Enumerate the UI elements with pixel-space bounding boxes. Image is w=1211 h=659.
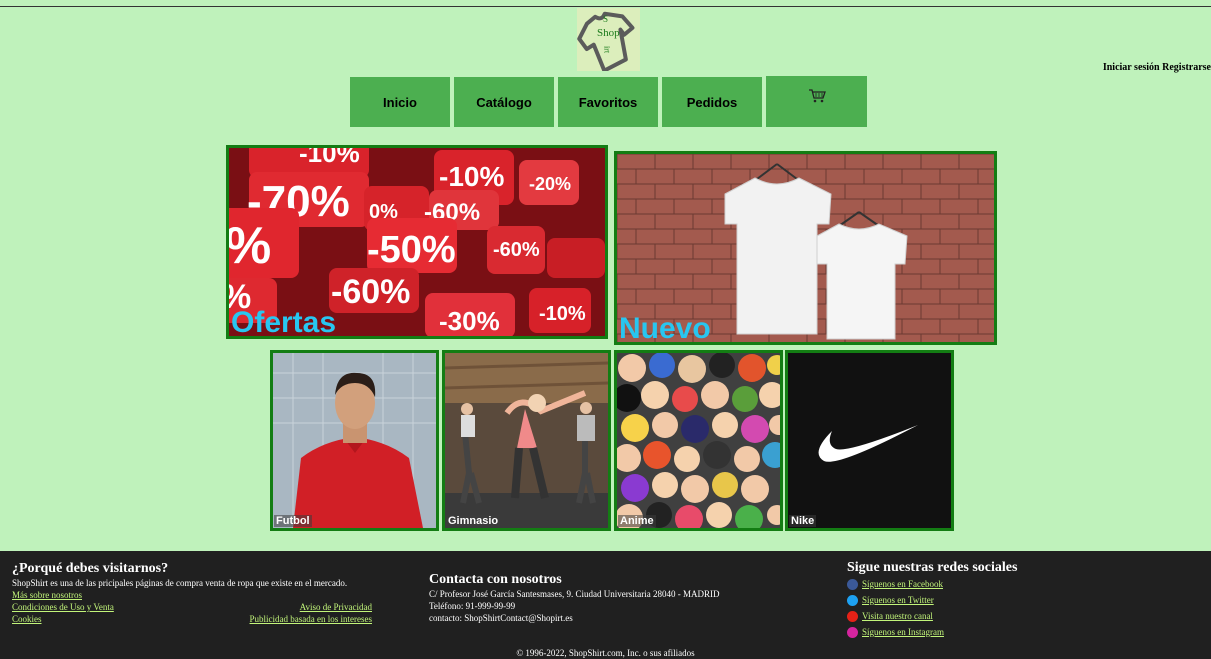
footer-contact-email: contacto: ShopShirtContact@Shopirt.es bbox=[429, 613, 573, 623]
category-futbol-tile[interactable]: Futbol bbox=[270, 350, 439, 531]
category-gimnasio-tile[interactable]: Gimnasio bbox=[442, 350, 611, 531]
svg-text:-60%: -60% bbox=[331, 273, 410, 311]
category-futbol-label: Futbol bbox=[274, 515, 312, 527]
terms-link[interactable]: Condiciones de Uso y Venta bbox=[12, 601, 114, 613]
social-youtube[interactable]: Visita nuestro canal bbox=[847, 608, 1107, 624]
footer-social: Sigue nuestras redes sociales Síguenos e… bbox=[847, 560, 1107, 640]
category-anime-tile[interactable]: Anime bbox=[614, 350, 783, 531]
login-link[interactable]: Iniciar sesión bbox=[1103, 62, 1160, 73]
facebook-link[interactable]: Síguenos en Facebook bbox=[862, 579, 943, 589]
svg-text:-10%: -10% bbox=[439, 161, 504, 192]
nuevo-banner[interactable]: Nuevo bbox=[614, 151, 997, 345]
tshirt-logo-icon: S Shop irt bbox=[577, 11, 635, 71]
more-about-us-link[interactable]: Más sobre nosotros bbox=[12, 589, 82, 601]
register-link[interactable]: Registrarse bbox=[1162, 62, 1211, 73]
nav-inicio-button[interactable]: Inicio bbox=[350, 77, 450, 127]
footer-about-text: ShopShirt es una de las pricipales págin… bbox=[12, 578, 348, 588]
ofertas-banner[interactable]: -10% -10% -20% -70% 0% -60% % -50% -60% … bbox=[226, 145, 608, 339]
svg-text:-50%: -50% bbox=[367, 229, 456, 271]
privacy-link[interactable]: Aviso de Privacidad bbox=[300, 601, 372, 613]
social-instagram[interactable]: Síguenos en Instagram bbox=[847, 624, 1107, 640]
nuevo-label: Nuevo bbox=[619, 312, 711, 345]
top-divider bbox=[0, 6, 1211, 7]
site-logo[interactable]: S Shop irt bbox=[577, 8, 640, 71]
cart-icon bbox=[808, 88, 826, 102]
footer-social-title: Sigue nuestras redes sociales bbox=[847, 560, 1018, 575]
logo-text-shop: Shop bbox=[597, 27, 620, 39]
football-player-image bbox=[273, 353, 436, 528]
logo-text-irt: irt bbox=[603, 46, 612, 54]
nav-catalogo-label: Catálogo bbox=[476, 94, 532, 110]
social-twitter[interactable]: Síguenos en Twitter bbox=[847, 592, 1107, 608]
nav-catalogo-button[interactable]: Catálogo bbox=[454, 77, 554, 127]
svg-text:-20%: -20% bbox=[529, 174, 571, 194]
nav-favoritos-label: Favoritos bbox=[578, 94, 638, 110]
svg-text:-10%: -10% bbox=[539, 303, 586, 325]
category-nike-label: Nike bbox=[789, 515, 817, 527]
footer-contact-title: Contacta con nosotros bbox=[429, 572, 562, 587]
category-gimnasio-label: Gimnasio bbox=[446, 515, 501, 527]
twitter-icon bbox=[847, 594, 858, 606]
facebook-icon bbox=[847, 578, 858, 590]
cookies-link[interactable]: Cookies bbox=[12, 613, 42, 625]
youtube-icon bbox=[847, 610, 858, 622]
svg-text:-10%: -10% bbox=[299, 148, 360, 168]
footer-contact: Contacta con nosotros C/ Profesor José G… bbox=[429, 572, 789, 624]
interest-ads-link[interactable]: Publicidad basada en los intereses bbox=[250, 613, 372, 625]
nav-inicio-label: Inicio bbox=[383, 94, 417, 110]
youtube-link[interactable]: Visita nuestro canal bbox=[862, 611, 933, 621]
copyright-text: © 1996-2022, ShopShirt.com, Inc. o sus a… bbox=[516, 648, 695, 658]
nav-favoritos-button[interactable]: Favoritos bbox=[558, 77, 658, 127]
twitter-link[interactable]: Síguenos en Twitter bbox=[862, 595, 934, 605]
cart-button[interactable] bbox=[766, 76, 867, 127]
category-nike-tile[interactable]: Nike bbox=[785, 350, 954, 531]
nav-pedidos-label: Pedidos bbox=[686, 94, 738, 110]
footer-about: ¿Porqué debes visitarnos? ShopShirt es u… bbox=[12, 561, 372, 625]
social-facebook[interactable]: Síguenos en Facebook bbox=[847, 576, 1107, 592]
svg-text:-60%: -60% bbox=[493, 239, 540, 261]
site-footer: ¿Porqué debes visitarnos? ShopShirt es u… bbox=[0, 551, 1211, 659]
footer-contact-address: C/ Profesor José García Santesmases, 9. … bbox=[429, 589, 720, 599]
nike-swoosh-icon bbox=[788, 353, 951, 528]
footer-about-title: ¿Porqué debes visitarnos? bbox=[12, 561, 169, 576]
svg-text:%: % bbox=[229, 217, 271, 275]
gym-class-image bbox=[445, 353, 608, 528]
svg-text:-30%: -30% bbox=[439, 306, 500, 336]
category-anime-label: Anime bbox=[618, 515, 656, 527]
ofertas-label: Ofertas bbox=[231, 306, 337, 339]
instagram-link[interactable]: Síguenos en Instagram bbox=[862, 627, 944, 637]
logo-letter-s: S bbox=[603, 14, 608, 24]
auth-links: Iniciar sesión Registrarse bbox=[1103, 62, 1211, 73]
footer-contact-phone: Teléfono: 91-999-99-99 bbox=[429, 601, 516, 611]
instagram-icon bbox=[847, 626, 858, 638]
anime-collage-image bbox=[617, 353, 780, 528]
nav-pedidos-button[interactable]: Pedidos bbox=[662, 77, 762, 127]
